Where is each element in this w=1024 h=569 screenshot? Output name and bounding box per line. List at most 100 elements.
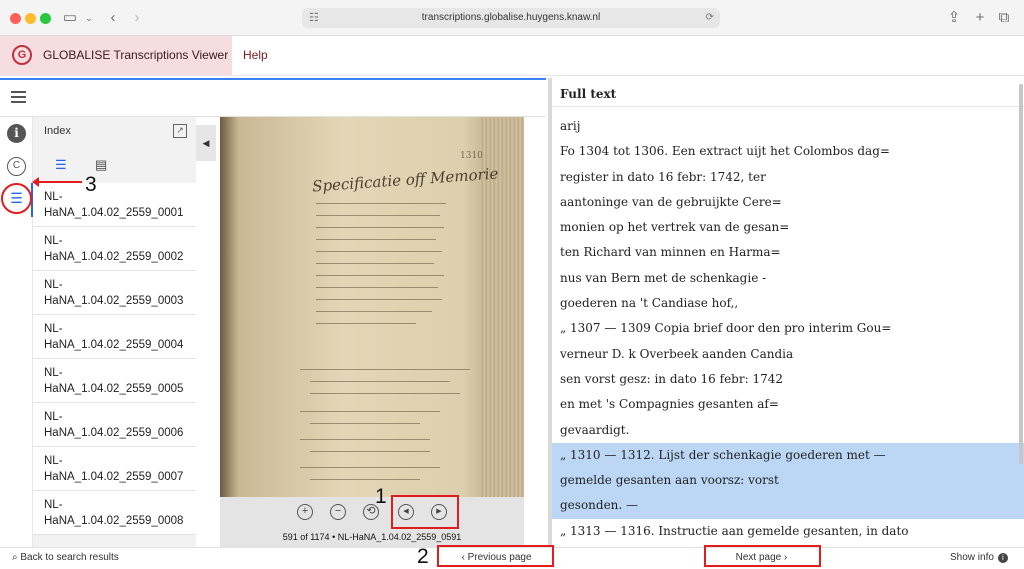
index-item[interactable]: NL- HaNA_1.04.02_2559_0001 bbox=[33, 183, 196, 227]
transcription-line[interactable]: register in dato 16 febr: 1742, ter bbox=[552, 165, 1024, 190]
open-external-icon[interactable]: ↗ bbox=[173, 124, 187, 138]
index-item[interactable]: NL- HaNA_1.04.02_2559_0008 bbox=[33, 491, 196, 535]
show-info-button[interactable]: Show info i bbox=[950, 552, 1008, 563]
panel-toolbar bbox=[0, 80, 546, 117]
minimize-window-button[interactable] bbox=[25, 13, 36, 24]
close-window-button[interactable] bbox=[10, 13, 21, 24]
scrollbar[interactable] bbox=[1019, 84, 1023, 464]
handwriting-line bbox=[316, 263, 434, 264]
address-text: transcriptions.globalise.huygens.knaw.nl bbox=[421, 12, 601, 23]
full-text-title: Full text bbox=[560, 87, 617, 101]
maximize-window-button[interactable] bbox=[40, 13, 51, 24]
handwriting-line bbox=[300, 411, 440, 412]
handwriting-line bbox=[310, 451, 430, 452]
handwriting-line bbox=[316, 311, 432, 312]
hamburger-menu-icon[interactable] bbox=[11, 91, 26, 103]
scan-heading: Specificatie off Memorie bbox=[311, 164, 499, 196]
back-to-search-link[interactable]: ⌕ Back to search results bbox=[12, 552, 119, 563]
handwriting-line bbox=[310, 381, 450, 382]
sidebar-toggle-icon[interactable]: ▭ bbox=[62, 8, 78, 28]
transcription-line[interactable]: gevaardigt. bbox=[552, 418, 1024, 443]
handwriting-line bbox=[316, 251, 442, 252]
handwriting-line bbox=[316, 203, 446, 204]
index-item[interactable]: NL- HaNA_1.04.02_2559_0004 bbox=[33, 315, 196, 359]
handwriting-line bbox=[316, 239, 436, 240]
handwriting-line bbox=[300, 467, 440, 468]
handwriting-line bbox=[316, 215, 440, 216]
handwriting-line bbox=[316, 323, 416, 324]
index-item[interactable]: NL- HaNA_1.04.02_2559_0007 bbox=[33, 447, 196, 491]
transcription-line[interactable]: nus van Bern met de schenkagie - bbox=[552, 266, 1024, 291]
collapse-panel-button[interactable]: ◀ bbox=[196, 125, 216, 161]
scan-page-number: 1310 bbox=[460, 151, 483, 161]
annotation-circle-3 bbox=[1, 183, 32, 214]
app-header: G GLOBALISE Transcriptions Viewer Help bbox=[0, 36, 1024, 76]
manuscript-scan[interactable]: 1310 Specificatie off Memorie bbox=[220, 117, 524, 497]
new-tab-icon[interactable]: + bbox=[972, 8, 988, 28]
list-view-icon[interactable]: ☰ bbox=[55, 157, 67, 173]
transcription-line[interactable]: „ 1307 — 1309 Copia brief door den pro i… bbox=[552, 316, 1024, 341]
index-item[interactable]: NL- HaNA_1.04.02_2559_0003 bbox=[33, 271, 196, 315]
handwriting-line bbox=[310, 393, 460, 394]
page-caption: 591 of 1174 • NL-HaNA_1.04.02_2559_0591 bbox=[282, 532, 462, 542]
transcription-line[interactable]: gesonden. — bbox=[552, 493, 1024, 519]
zoom-in-icon[interactable]: + bbox=[297, 504, 313, 520]
icon-rail: i C ☰ bbox=[0, 117, 33, 547]
index-item[interactable]: NL- HaNA_1.04.02_2559_0002 bbox=[33, 227, 196, 271]
globalise-logo-icon: G bbox=[12, 45, 32, 65]
transcription-line[interactable]: arij bbox=[552, 114, 1024, 139]
index-item[interactable]: NL- HaNA_1.04.02_2559_0005 bbox=[33, 359, 196, 403]
transcription-line[interactable]: verneur D. k Overbeek aanden Candia bbox=[552, 342, 1024, 367]
image-viewer[interactable]: 1310 Specificatie off Memorie + − ⟲ ◀ ▶ … bbox=[220, 117, 524, 547]
forward-icon[interactable]: › bbox=[130, 8, 144, 28]
transcription-line[interactable]: gemelde gesanten aan voorsz: vorst bbox=[552, 468, 1024, 494]
transcription-line[interactable]: goederen na 't Candiase hof,, bbox=[552, 291, 1024, 316]
help-link[interactable]: Help bbox=[243, 48, 268, 62]
transcription-line[interactable]: Fo 1304 tot 1306. Een extract uijt het C… bbox=[552, 139, 1024, 164]
page-settings-icon[interactable]: ☷ bbox=[309, 8, 319, 28]
divider bbox=[552, 106, 1024, 107]
handwriting-line bbox=[316, 275, 444, 276]
index-list: NL- HaNA_1.04.02_2559_0001 NL- HaNA_1.04.0… bbox=[33, 183, 196, 535]
share-icon[interactable]: ⇪ bbox=[946, 8, 962, 28]
brand[interactable]: G GLOBALISE Transcriptions Viewer bbox=[0, 36, 232, 75]
handwriting-line bbox=[316, 287, 438, 288]
handwriting-line bbox=[300, 369, 470, 370]
transcription-line[interactable]: aantoninge van de gebruijkte Cere= bbox=[552, 190, 1024, 215]
annotation-arrow-3 bbox=[32, 177, 82, 187]
transcription-line[interactable]: ten Richard van minnen en Harma= bbox=[552, 240, 1024, 265]
index-item[interactable]: NL- HaNA_1.04.02_2559_0006 bbox=[33, 403, 196, 447]
handwriting-line bbox=[316, 299, 442, 300]
reload-icon[interactable]: ⟳ bbox=[706, 8, 714, 28]
annotation-box-1 bbox=[391, 495, 459, 529]
handwriting-line bbox=[310, 423, 420, 424]
chevron-down-icon[interactable]: ⌄ bbox=[84, 8, 94, 28]
info-icon[interactable]: i bbox=[7, 124, 26, 143]
tab-overview-icon[interactable]: ⧉ bbox=[996, 8, 1012, 28]
handwriting-line bbox=[300, 439, 430, 440]
transcription-line[interactable]: monien op het vertrek van de gesan= bbox=[552, 215, 1024, 240]
full-text-panel: Full text arij Fo 1304 tot 1306. Een extr… bbox=[548, 78, 1024, 547]
transcription-line[interactable]: en met 's Compagnies gesanten af= bbox=[552, 392, 1024, 417]
copyright-icon[interactable]: C bbox=[7, 157, 26, 176]
app-title: GLOBALISE Transcriptions Viewer bbox=[43, 48, 229, 62]
index-title: Index bbox=[44, 125, 71, 137]
transcription-text[interactable]: arij Fo 1304 tot 1306. Een extract uijt h… bbox=[552, 114, 1024, 544]
annotation-box-2a bbox=[437, 545, 554, 567]
address-bar[interactable]: ☷ transcriptions.globalise.huygens.knaw.… bbox=[302, 8, 720, 28]
transcription-line[interactable]: sen vorst gesz: in dato 16 febr: 1742 bbox=[552, 367, 1024, 392]
zoom-out-icon[interactable]: − bbox=[330, 504, 346, 520]
transcription-line[interactable]: „ 1313 — 1316. Instructie aan gemelde ge… bbox=[552, 519, 1024, 544]
handwriting-line bbox=[316, 227, 444, 228]
annotation-label-1: 1 bbox=[375, 485, 387, 508]
detail-view-icon[interactable]: ▤ bbox=[95, 157, 107, 173]
annotation-label-3: 3 bbox=[85, 173, 97, 196]
annotation-box-2b bbox=[704, 545, 821, 567]
handwriting-line bbox=[310, 479, 420, 480]
browser-toolbar: ▭ ⌄ ‹ › ☷ transcriptions.globalise.huyge… bbox=[0, 0, 1024, 36]
back-icon[interactable]: ‹ bbox=[106, 8, 120, 28]
info-icon: i bbox=[997, 553, 1008, 563]
viewer-controls: + − ⟲ ◀ ▶ 591 of 1174 • NL-HaNA_1.04.02_… bbox=[220, 497, 524, 547]
annotation-label-2: 2 bbox=[417, 545, 429, 568]
transcription-line[interactable]: „ 1310 — 1312. Lijst der schenkagie goed… bbox=[552, 442, 1024, 469]
